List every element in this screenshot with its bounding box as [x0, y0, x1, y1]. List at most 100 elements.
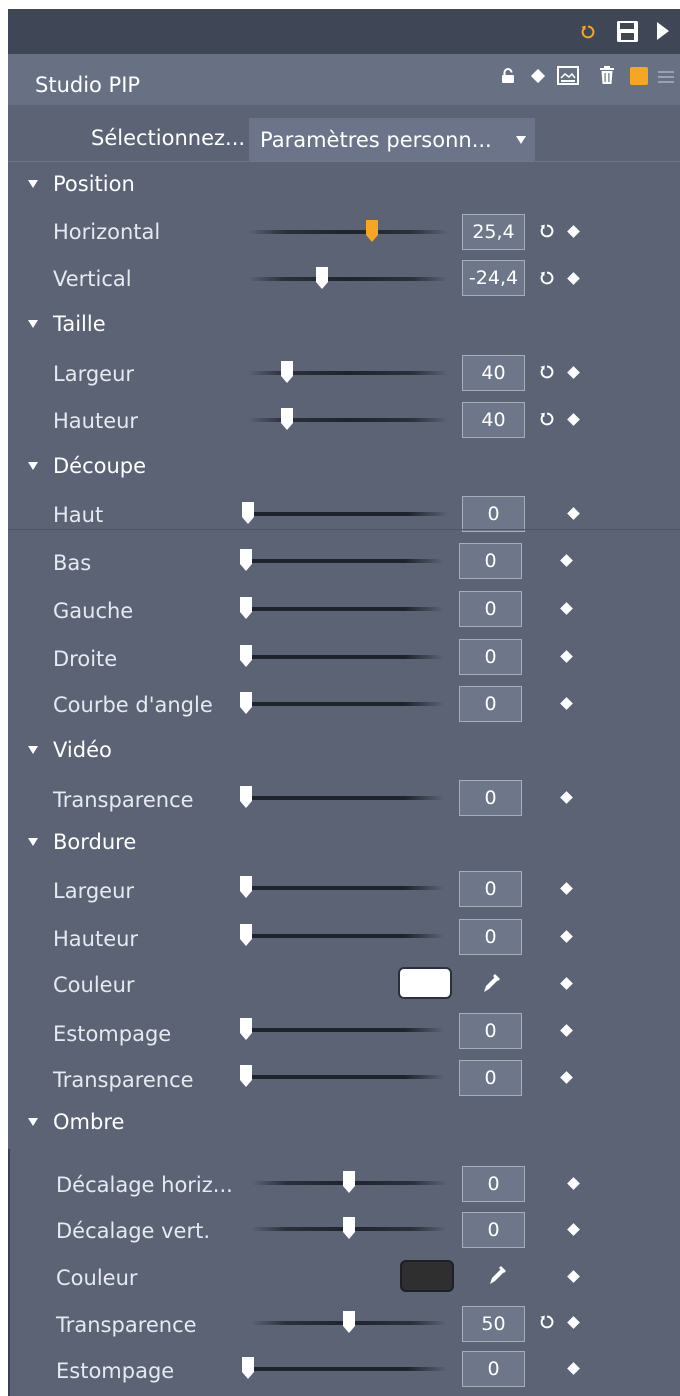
decalage-horiz-slider-thumb[interactable] [343, 1171, 355, 1193]
ombre-estompage-slider-thumb[interactable] [242, 1357, 254, 1379]
largeur-slider-thumb[interactable] [281, 361, 293, 383]
largeur-slider[interactable] [248, 371, 448, 375]
keyframe-diamond-icon[interactable] [560, 882, 573, 895]
keyframe-diamond-icon[interactable] [567, 1177, 580, 1190]
horizontal-slider[interactable] [248, 230, 448, 234]
section-header-position[interactable]: Position [8, 171, 308, 197]
bas-slider[interactable] [248, 559, 444, 563]
bordure-color-swatch[interactable] [398, 967, 452, 999]
bas-slider-thumb[interactable] [240, 549, 252, 571]
keyframe-diamond-icon[interactable] [567, 1362, 580, 1375]
keyframe-diamond-icon[interactable] [567, 1270, 580, 1283]
gauche-value[interactable]: 0 [459, 591, 522, 627]
keyframe-diamond-icon[interactable] [560, 791, 573, 804]
menu-icon[interactable] [658, 71, 674, 83]
bordure-largeur-slider-thumb[interactable] [240, 876, 252, 898]
bas-value[interactable]: 0 [459, 543, 522, 579]
decalage-vert-value[interactable]: 0 [462, 1212, 525, 1248]
video-transparence-slider-thumb[interactable] [240, 786, 252, 808]
ombre-estompage-value[interactable]: 0 [462, 1351, 525, 1387]
lock-icon[interactable] [501, 68, 515, 84]
haut-slider-thumb[interactable] [242, 502, 254, 524]
gauche-slider-thumb[interactable] [240, 597, 252, 619]
courbe-angle-slider-thumb[interactable] [240, 692, 252, 714]
eyedropper-icon[interactable] [482, 972, 502, 994]
keyframe-diamond-icon[interactable] [560, 1071, 573, 1084]
ombre-estompage-slider[interactable] [248, 1367, 447, 1371]
save-icon[interactable] [616, 20, 639, 43]
reset-icon[interactable] [539, 411, 555, 427]
bordure-transparence-slider[interactable] [248, 1075, 444, 1079]
gauche-slider[interactable] [248, 607, 444, 611]
keyframe-diamond-icon[interactable] [567, 1316, 580, 1329]
decalage-vert-slider-thumb[interactable] [343, 1217, 355, 1239]
video-transparence-value[interactable]: 0 [459, 780, 522, 816]
keyframe-diamond-icon[interactable] [567, 1223, 580, 1236]
bordure-hauteur-slider-thumb[interactable] [240, 924, 252, 946]
keyframe-diamond-icon[interactable] [560, 930, 573, 943]
section-header-taille[interactable]: Taille [8, 311, 308, 337]
keyframe-diamond-icon[interactable] [560, 977, 573, 990]
keyframe-diamond-icon[interactable] [567, 272, 580, 285]
bordure-largeur-slider[interactable] [248, 886, 444, 890]
bordure-estompage-slider[interactable] [248, 1028, 444, 1032]
section-header-bordure[interactable]: Bordure [8, 829, 308, 855]
preset-dropdown[interactable]: Paramètres personn... [249, 118, 535, 162]
bordure-largeur-value[interactable]: 0 [459, 871, 522, 907]
horizontal-slider-thumb[interactable] [366, 220, 378, 242]
section-header-video[interactable]: Vidéo [8, 737, 308, 763]
droite-slider-thumb[interactable] [240, 645, 252, 667]
play-icon[interactable] [656, 21, 670, 41]
droite-value[interactable]: 0 [459, 639, 522, 675]
trash-icon[interactable] [599, 66, 615, 85]
bordure-transparence-value[interactable]: 0 [459, 1060, 522, 1096]
reset-icon[interactable] [539, 223, 555, 239]
keyframe-diamond-icon[interactable] [560, 1024, 573, 1037]
keyframe-diamond-icon[interactable] [567, 225, 580, 238]
reset-icon[interactable] [539, 364, 555, 380]
keyframe-diamond-icon[interactable] [567, 507, 580, 520]
courbe-angle-value[interactable]: 0 [459, 686, 522, 722]
bordure-estompage-value[interactable]: 0 [459, 1013, 522, 1049]
bordure-largeur-label: Largeur [53, 879, 135, 903]
hauteur-slider-thumb[interactable] [281, 408, 293, 430]
vertical-value[interactable]: -24,4 [462, 260, 525, 296]
decalage-horiz-value[interactable]: 0 [462, 1166, 525, 1202]
keyframe-diamond-icon[interactable] [560, 650, 573, 663]
divider [8, 161, 680, 162]
reset-icon[interactable] [580, 24, 596, 40]
bordure-couleur-label: Couleur [53, 973, 135, 997]
largeur-value[interactable]: 40 [462, 355, 525, 391]
reset-icon[interactable] [539, 1314, 555, 1330]
bordure-hauteur-slider[interactable] [248, 934, 444, 938]
keyframe-diamond-icon[interactable] [560, 697, 573, 710]
droite-slider[interactable] [248, 655, 444, 659]
section-header-decoupe[interactable]: Découpe [8, 453, 308, 479]
haut-value[interactable]: 0 [462, 496, 525, 532]
keyframe-diamond-icon[interactable] [560, 554, 573, 567]
keyframe-diamond-icon[interactable] [567, 413, 580, 426]
bordure-transparence-slider-thumb[interactable] [240, 1065, 252, 1087]
ombre-transparence-value[interactable]: 50 [462, 1306, 525, 1342]
section-title: Bordure [53, 830, 137, 854]
keyframe-diamond-icon[interactable] [567, 366, 580, 379]
vertical-slider-thumb[interactable] [316, 267, 328, 289]
color-square-icon[interactable] [630, 67, 648, 85]
bordure-hauteur-value[interactable]: 0 [459, 919, 522, 955]
vertical-slider[interactable] [248, 277, 448, 281]
ombre-color-swatch[interactable] [400, 1260, 454, 1292]
reset-icon[interactable] [539, 270, 555, 286]
ombre-transparence-slider-thumb[interactable] [343, 1311, 355, 1333]
keyframe-diamond-icon[interactable] [560, 602, 573, 615]
haut-slider[interactable] [248, 512, 448, 516]
overlay-icon[interactable] [557, 66, 579, 85]
eyedropper-icon[interactable] [488, 1264, 508, 1286]
hauteur-value[interactable]: 40 [462, 402, 525, 438]
section-header-ombre[interactable]: Ombre [8, 1109, 308, 1135]
video-transparence-slider[interactable] [248, 796, 444, 800]
hauteur-slider[interactable] [248, 418, 448, 422]
bordure-estompage-slider-thumb[interactable] [240, 1018, 252, 1040]
courbe-angle-slider[interactable] [248, 702, 444, 706]
hauteur-label: Hauteur [53, 409, 139, 433]
horizontal-value[interactable]: 25,4 [462, 214, 525, 250]
